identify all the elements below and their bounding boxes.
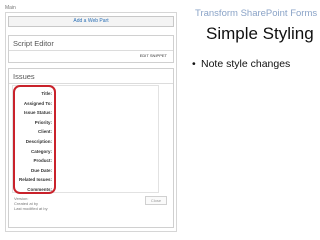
add-web-part-label: Add a Web Part bbox=[73, 18, 109, 24]
bullet-item: • Note style changes bbox=[192, 58, 290, 70]
slide-title: Simple Styling bbox=[206, 24, 314, 43]
edit-snippet-link[interactable]: EDIT SNIPPET bbox=[140, 53, 167, 58]
close-button[interactable]: Close bbox=[145, 196, 167, 205]
slide-subtitle: Transform SharePoint Forms bbox=[195, 8, 318, 19]
zone-label: Main bbox=[5, 5, 16, 11]
bullet-text: Note style changes bbox=[201, 58, 291, 70]
script-editor-title: Script Editor bbox=[13, 39, 54, 48]
divider bbox=[9, 50, 173, 51]
sharepoint-page-screenshot: Main Add a Web Part Script Editor EDIT S… bbox=[0, 0, 182, 240]
script-editor-web-part: Script Editor EDIT SNIPPET bbox=[8, 35, 174, 63]
item-metadata: Version: Created at by Last modified at … bbox=[14, 196, 48, 211]
highlight-outline bbox=[13, 85, 56, 194]
bullet-icon: • bbox=[192, 58, 196, 70]
issues-title: Issues bbox=[13, 72, 35, 81]
add-web-part-button[interactable]: Add a Web Part bbox=[8, 16, 174, 27]
metadata-modified: Last modified at by bbox=[14, 206, 48, 211]
divider bbox=[9, 83, 173, 84]
